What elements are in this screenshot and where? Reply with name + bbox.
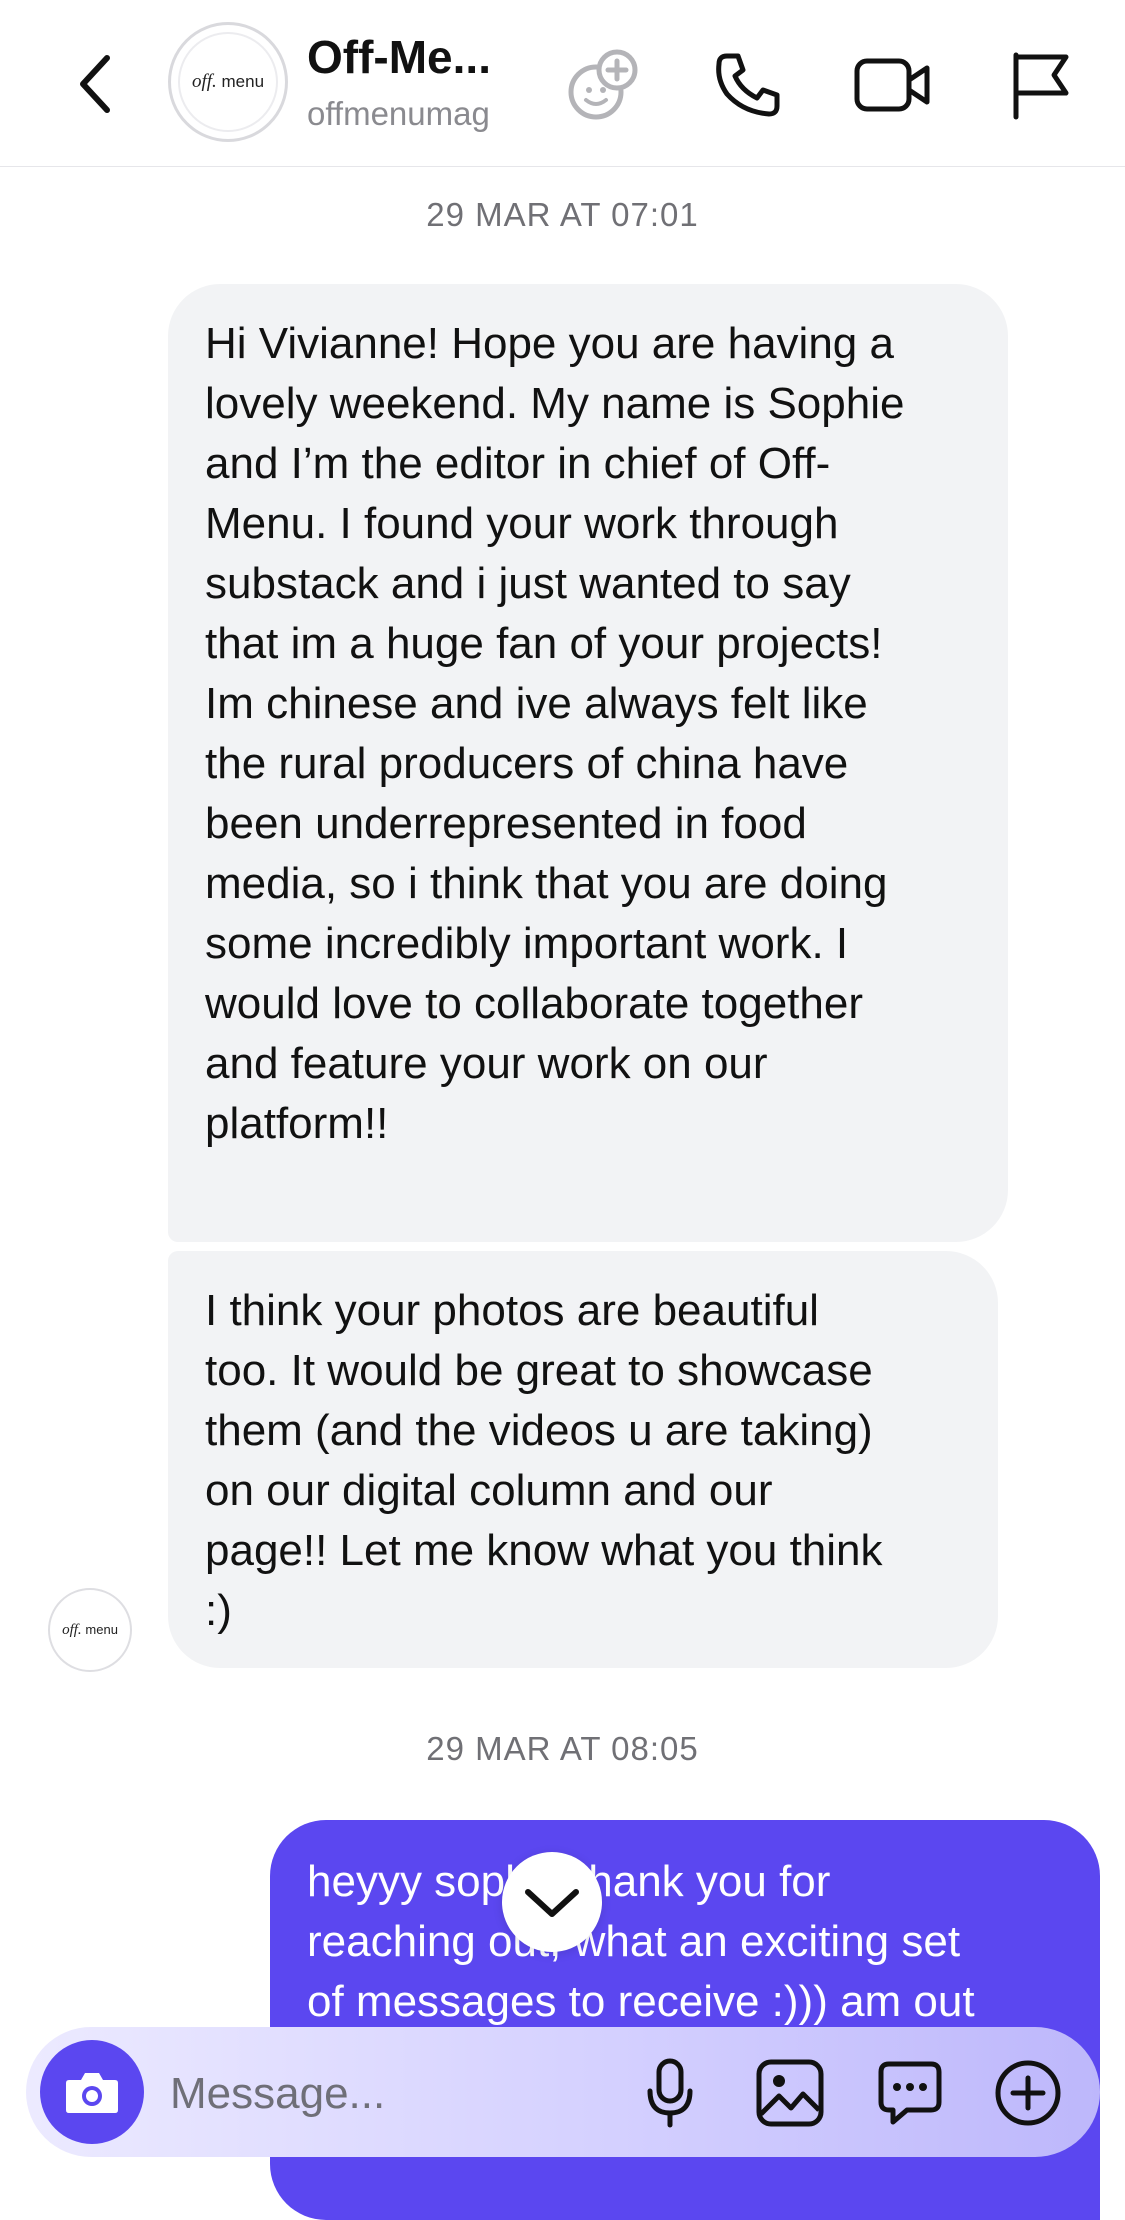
flag-icon — [1013, 52, 1069, 120]
timestamp: 29 MAR AT 08:05 — [426, 1730, 699, 1767]
add-avatar-button[interactable] — [563, 45, 643, 125]
sender-avatar[interactable]: off. menu — [48, 1588, 132, 1672]
video-call-button[interactable] — [853, 45, 933, 125]
microphone-icon — [647, 2058, 693, 2128]
voice-call-button[interactable] — [708, 45, 788, 125]
timestamp: 29 MAR AT 07:01 — [426, 196, 699, 233]
received-message[interactable]: I think your photos are beautiful too. I… — [168, 1251, 998, 1668]
video-camera-icon — [854, 58, 930, 112]
avatar-logo: off. menu — [191, 71, 265, 92]
conversation-username[interactable]: offmenumag — [307, 95, 490, 133]
phone-icon — [716, 53, 780, 117]
plus-circle-icon — [995, 2060, 1061, 2126]
message-input[interactable] — [168, 2063, 612, 2125]
received-message[interactable]: Hi Vivianne! Hope you are having a lovel… — [168, 284, 1008, 1242]
camera-icon — [66, 2073, 118, 2113]
sent-message[interactable]: heyyy sophie thank you for reaching out,… — [270, 1820, 1100, 2220]
profile-avatar[interactable]: off. menu — [168, 22, 288, 142]
gallery-button[interactable] — [752, 2055, 828, 2131]
chevron-down-icon — [525, 1889, 579, 1917]
sticker-icon — [878, 2061, 942, 2125]
chat-header: off. menu Off-Me... offmenumag — [0, 0, 1125, 167]
report-button[interactable] — [1000, 45, 1080, 125]
avatar-logo: off. menu — [62, 1621, 118, 1638]
voice-message-button[interactable] — [632, 2055, 708, 2131]
sticker-button[interactable] — [872, 2055, 948, 2131]
add-avatar-icon — [568, 49, 638, 120]
message-composer — [26, 2027, 1100, 2157]
conversation-title[interactable]: Off-Me... — [307, 30, 491, 84]
back-button[interactable] — [60, 44, 130, 124]
back-chevron-icon — [80, 55, 110, 113]
camera-button[interactable] — [40, 2040, 144, 2144]
scroll-to-bottom-button[interactable] — [502, 1852, 602, 1952]
more-options-button[interactable] — [990, 2055, 1066, 2131]
gallery-icon — [756, 2059, 824, 2127]
